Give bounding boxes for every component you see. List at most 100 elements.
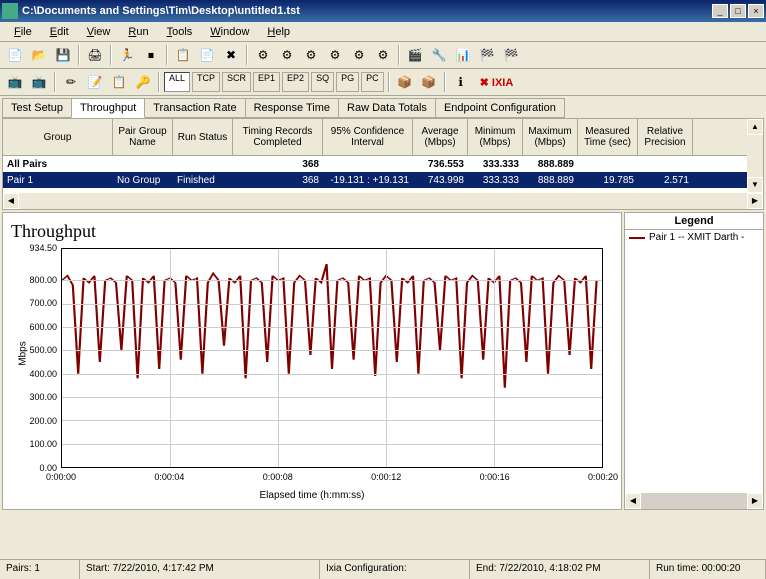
delete-icon[interactable]: ✖ [220, 44, 242, 66]
col-mt[interactable]: Measured Time (sec) [578, 119, 638, 155]
scroll-right-icon[interactable]: ▶ [747, 193, 763, 209]
tool-icon[interactable]: ⚙ [252, 44, 274, 66]
tool5-icon[interactable]: ⚙ [348, 44, 370, 66]
app-icon [2, 3, 18, 19]
misc2-icon[interactable]: 📦 [418, 71, 440, 93]
results-grid: Group Pair Group Name Run Status Timing … [2, 118, 764, 210]
chart-panel: Throughput Mbps 934.50800.00700.00600.00… [2, 212, 622, 510]
tab-response-time[interactable]: Response Time [245, 98, 339, 118]
tab-throughput[interactable]: Throughput [71, 98, 145, 118]
cell-trc: 368 [233, 175, 323, 186]
save-icon[interactable]: 💾 [52, 44, 74, 66]
tool2-icon[interactable]: ⚙ [276, 44, 298, 66]
menu-edit[interactable]: Edit [42, 24, 77, 40]
tool8-icon[interactable]: 🔧 [428, 44, 450, 66]
close-button[interactable]: × [748, 4, 764, 18]
status-pairs: Pairs: 1 [0, 560, 80, 579]
table-row[interactable]: All Pairs368736.553333.333888.889 [3, 156, 763, 172]
filter-ep1[interactable]: EP1 [253, 72, 280, 92]
col-group[interactable]: Group [3, 119, 113, 155]
misc-icon[interactable]: 📦 [394, 71, 416, 93]
maximize-button[interactable]: □ [730, 4, 746, 18]
menu-tools[interactable]: Tools [159, 24, 201, 40]
scroll-up-icon[interactable]: ▲ [747, 119, 763, 135]
tv-icon[interactable]: 📺 [4, 71, 26, 93]
col-rp[interactable]: Relative Precision [638, 119, 693, 155]
edit3-icon[interactable]: 📋 [108, 71, 130, 93]
paste-icon[interactable]: 📄 [196, 44, 218, 66]
cell-max: 888.889 [523, 175, 578, 186]
menu-file[interactable]: File [6, 24, 40, 40]
filter-pc[interactable]: PC [361, 72, 384, 92]
plot-area[interactable] [61, 248, 603, 468]
tool9-icon[interactable]: 📊 [452, 44, 474, 66]
y-tick: 700.00 [29, 298, 57, 308]
table-row[interactable]: Pair 1No GroupFinished368-19.131 : +19.1… [3, 172, 763, 188]
col-min[interactable]: Minimum (Mbps) [468, 119, 523, 155]
menu-run[interactable]: Run [120, 24, 156, 40]
cell-mt: 19.785 [578, 175, 638, 186]
x-tick: 0:00:12 [371, 472, 401, 482]
filter-sq[interactable]: SQ [311, 72, 334, 92]
col-max[interactable]: Maximum (Mbps) [523, 119, 578, 155]
titlebar: C:\Documents and Settings\Tim\Desktop\un… [0, 0, 766, 22]
tab-transaction-rate[interactable]: Transaction Rate [144, 98, 245, 118]
tool11-icon[interactable]: 🏁 [500, 44, 522, 66]
new-icon[interactable]: 📄 [4, 44, 26, 66]
tool3-icon[interactable]: ⚙ [300, 44, 322, 66]
edit2-icon[interactable]: 📝 [84, 71, 106, 93]
open-icon[interactable]: 📂 [28, 44, 50, 66]
scroll-left-icon[interactable]: ◀ [3, 193, 19, 209]
tab-test-setup[interactable]: Test Setup [2, 98, 72, 118]
menu-help[interactable]: Help [259, 24, 298, 40]
tv2-icon[interactable]: 📺 [28, 71, 50, 93]
tool10-icon[interactable]: 🏁 [476, 44, 498, 66]
y-tick: 200.00 [29, 416, 57, 426]
tab-raw-data-totals[interactable]: Raw Data Totals [338, 98, 436, 118]
col-avg[interactable]: Average (Mbps) [413, 119, 468, 155]
stop-icon[interactable]: ⏹ [140, 44, 162, 66]
filter-all[interactable]: ALL [164, 72, 190, 92]
minimize-button[interactable]: _ [712, 4, 728, 18]
cell-avg: 736.553 [413, 159, 468, 170]
y-tick: 934.50 [29, 243, 57, 253]
col-ci[interactable]: 95% Confidence Interval [323, 119, 413, 155]
legend-panel: Legend Pair 1 -- XMIT Darth - ◀ ▶ [624, 212, 764, 510]
scroll-left-icon[interactable]: ◀ [625, 493, 641, 509]
edit4-icon[interactable]: 🔑 [132, 71, 154, 93]
grid-vscroll[interactable]: ▲ ▼ [747, 119, 763, 193]
legend-hscroll[interactable]: ◀ ▶ [625, 493, 763, 509]
scroll-right-icon[interactable]: ▶ [747, 493, 763, 509]
cell-max: 888.889 [523, 159, 578, 170]
x-tick: 0:00:08 [263, 472, 293, 482]
cell-pgname: No Group [113, 175, 173, 186]
col-trc[interactable]: Timing Records Completed [233, 119, 323, 155]
menu-window[interactable]: Window [202, 24, 257, 40]
y-tick: 100.00 [29, 439, 57, 449]
scroll-down-icon[interactable]: ▼ [747, 177, 763, 193]
grid-hscroll[interactable]: ◀ ▶ [3, 193, 763, 209]
filter-ep2[interactable]: EP2 [282, 72, 309, 92]
legend-item[interactable]: Pair 1 -- XMIT Darth - [625, 230, 763, 245]
menu-view[interactable]: View [79, 24, 119, 40]
filter-pg[interactable]: PG [336, 72, 359, 92]
col-status[interactable]: Run Status [173, 119, 233, 155]
tool6-icon[interactable]: ⚙ [372, 44, 394, 66]
copy-icon[interactable]: 📋 [172, 44, 194, 66]
x-tick: 0:00:20 [588, 472, 618, 482]
cell-ci: -19.131 : +19.131 [323, 175, 413, 186]
chart-area: Throughput Mbps 934.50800.00700.00600.00… [2, 212, 764, 510]
tool7-icon[interactable]: 🎬 [404, 44, 426, 66]
run-icon[interactable]: 🏃 [116, 44, 138, 66]
print-icon[interactable]: 🖨 [84, 44, 106, 66]
tab-endpoint-config[interactable]: Endpoint Configuration [435, 98, 565, 118]
edit-icon[interactable]: ✏ [60, 71, 82, 93]
col-pgname[interactable]: Pair Group Name [113, 119, 173, 155]
legend-swatch [629, 237, 645, 239]
filter-scr[interactable]: SCR [222, 72, 251, 92]
filter-tcp[interactable]: TCP [192, 72, 220, 92]
tool4-icon[interactable]: ⚙ [324, 44, 346, 66]
y-tick: 400.00 [29, 369, 57, 379]
info-icon[interactable]: ℹ [450, 71, 472, 93]
y-tick: 500.00 [29, 345, 57, 355]
